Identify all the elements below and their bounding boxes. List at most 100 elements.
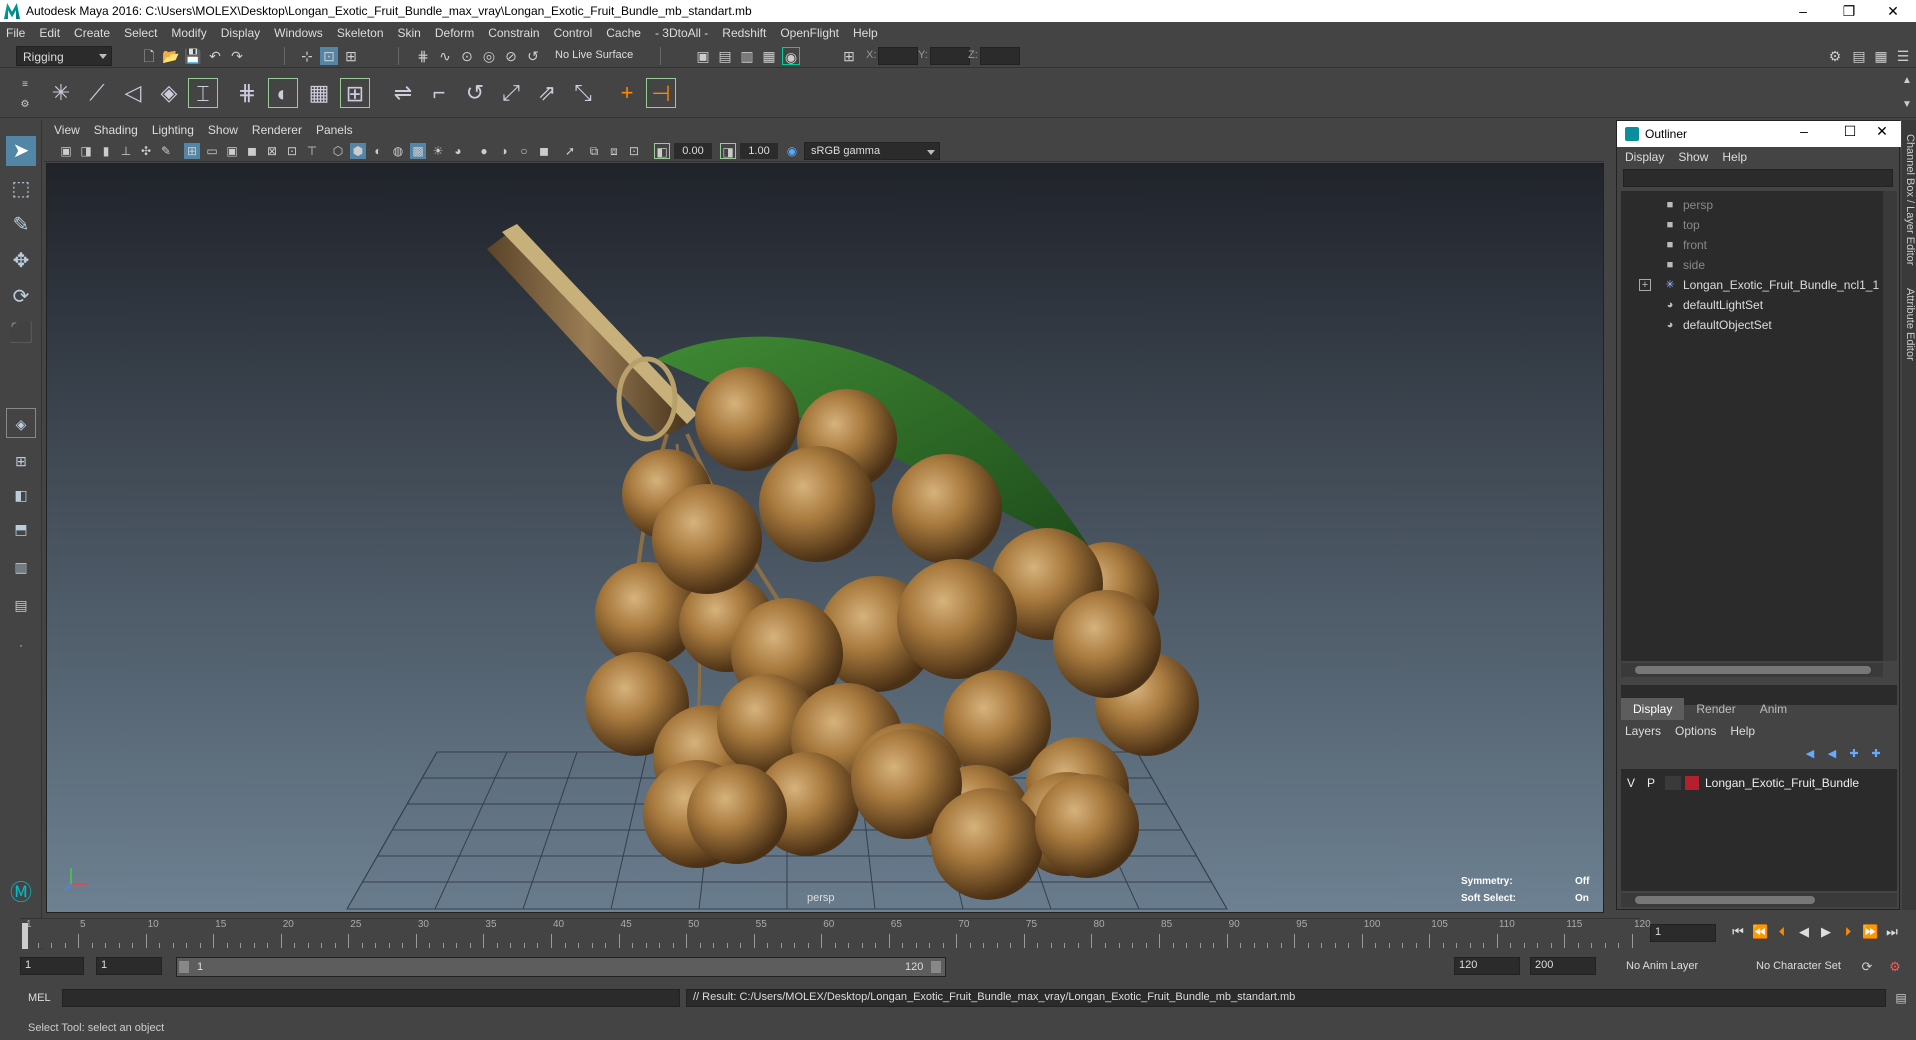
move-layer-up-icon[interactable]: ◀ (1801, 745, 1819, 763)
snap-point-icon[interactable]: ⊙ (458, 47, 476, 65)
shelf-scroll-up-icon[interactable]: ▲ (1898, 72, 1916, 90)
go-to-end-icon[interactable]: ⏭ (1884, 924, 1900, 940)
snap-grid-icon[interactable]: ⋕ (414, 47, 432, 65)
shelf-scroll-down-icon[interactable]: ▼ (1898, 96, 1916, 114)
render-settings-icon[interactable]: ▣ (694, 47, 712, 65)
blend-shape-icon[interactable]: ⊞ (340, 78, 370, 108)
range-start-handle[interactable] (179, 961, 189, 973)
redo-icon[interactable]: ↷ (228, 47, 246, 65)
menu-3dtoall[interactable]: - 3DtoAll - (655, 26, 708, 40)
close-button[interactable]: ✕ (1870, 0, 1916, 22)
maximize-button[interactable]: ❐ (1826, 0, 1872, 22)
gamma-value[interactable]: 1.00 (740, 143, 778, 159)
single-perspective-layout-icon[interactable]: ◈ (6, 408, 36, 438)
live-surface-label[interactable]: No Live Surface (555, 49, 633, 61)
grid-toggle-icon[interactable]: ⊞ (184, 143, 200, 159)
use-all-lights-icon[interactable]: ☀ (430, 143, 446, 159)
menu-skeleton[interactable]: Skeleton (337, 26, 384, 40)
grease-pencil-icon[interactable]: ✎ (158, 143, 174, 159)
two-stacked-layout-icon[interactable]: ⬒ (6, 514, 36, 544)
transform-mode-icon[interactable]: ⊞ (840, 47, 858, 65)
move-tool-icon[interactable]: ✥ (6, 246, 36, 276)
move-layer-down-icon[interactable]: ◀ (1823, 745, 1841, 763)
paint-weights-icon[interactable]: ⌶ (188, 78, 218, 108)
selection-handle-icon[interactable]: ⊣ (646, 78, 676, 108)
layer-horizontal-scrollbar[interactable] (1621, 893, 1897, 907)
script-language-toggle[interactable]: MEL (28, 992, 51, 1004)
menu-create[interactable]: Create (74, 26, 110, 40)
four-view-layout-icon[interactable]: ⊞ (6, 446, 36, 476)
menu-windows[interactable]: Windows (274, 26, 323, 40)
tool-settings-icon[interactable]: ▦ (1872, 47, 1890, 65)
camera-attributes-icon[interactable]: ◨ (78, 143, 94, 159)
menu-help[interactable]: Help (853, 26, 878, 40)
safe-action-icon[interactable]: ⊡ (284, 143, 300, 159)
command-input[interactable] (62, 989, 680, 1007)
xray-icon[interactable]: ⧉ (586, 143, 602, 159)
menu-cache[interactable]: Cache (606, 26, 641, 40)
layer-display-type-toggle[interactable] (1665, 776, 1681, 790)
layer-row[interactable]: V P Longan_Exotic_Fruit_Bundle (1621, 773, 1897, 793)
field-chart-icon[interactable]: ⊠ (264, 143, 280, 159)
wire-icon[interactable]: ▦ (304, 78, 334, 108)
menu-control[interactable]: Control (554, 26, 593, 40)
pole-vector-icon[interactable]: ⤡ (568, 78, 598, 108)
outliner-item[interactable]: ◕ defaultLightSet (1621, 295, 1883, 315)
bookmark-icon[interactable]: ▮ (98, 143, 114, 159)
z-input[interactable] (980, 47, 1020, 65)
outliner-item[interactable]: ■ top (1621, 215, 1883, 235)
tab-anim[interactable]: Anim (1748, 698, 1799, 720)
vp-menu-panels[interactable]: Panels (316, 123, 353, 137)
minimize-button[interactable]: – (1780, 0, 1826, 22)
x-input[interactable] (878, 47, 918, 65)
channel-box-icon[interactable]: ☰ (1894, 47, 1912, 65)
outliner-item[interactable]: ■ side (1621, 255, 1883, 275)
wireframe-on-shaded-icon[interactable]: ◍ (390, 143, 406, 159)
layer-color-swatch[interactable] (1685, 776, 1699, 790)
select-tool-icon[interactable]: ➤ (6, 136, 36, 166)
smooth-shade-icon[interactable]: ⬢ (350, 143, 366, 159)
shadows-icon[interactable]: ◕ (450, 143, 466, 159)
menu-display[interactable]: Display (221, 26, 260, 40)
new-layer-selected-icon[interactable]: ✚ (1867, 745, 1885, 763)
vp-menu-renderer[interactable]: Renderer (252, 123, 302, 137)
select-component-icon[interactable]: ⊞ (342, 47, 360, 65)
gate-mask-icon[interactable]: ◼ (244, 143, 260, 159)
animation-prefs-icon[interactable]: ⚙ (1886, 958, 1904, 976)
graph-persp-layout-icon[interactable]: ▤ (6, 590, 36, 620)
select-object-icon[interactable]: ⊡ (320, 47, 338, 65)
perspective-viewport[interactable]: persp Symmetry: Off Soft Select: On (46, 163, 1604, 913)
scrollbar-thumb[interactable] (1635, 896, 1815, 904)
resolution-gate-icon[interactable]: ▣ (224, 143, 240, 159)
two-side-layout-icon[interactable]: ◧ (6, 480, 36, 510)
playback-end-input[interactable]: 120 (1454, 957, 1520, 975)
attribute-editor-tab[interactable]: Attribute Editor (1902, 288, 1916, 361)
menu-constrain[interactable]: Constrain (488, 26, 539, 40)
snap-surface-icon[interactable]: ⊘ (502, 47, 520, 65)
layer-menu-layers[interactable]: Layers (1625, 724, 1661, 738)
undo-icon[interactable]: ↶ (206, 47, 224, 65)
y-input[interactable] (930, 47, 970, 65)
locator-icon[interactable]: + (612, 78, 642, 108)
gamma-icon[interactable]: ◨ (720, 143, 736, 159)
outliner-item[interactable]: ■ persp (1621, 195, 1883, 215)
menu-edit[interactable]: Edit (39, 26, 60, 40)
xray-components-icon[interactable]: ⊡ (626, 143, 642, 159)
auto-key-icon[interactable]: ⟳ (1858, 958, 1876, 976)
live-surface-icon[interactable]: ↺ (524, 47, 542, 65)
step-back-key-icon[interactable]: ⏪ (1752, 924, 1768, 940)
animation-start-input[interactable]: 1 (20, 957, 84, 975)
current-time-marker[interactable] (22, 923, 28, 949)
play-backward-icon[interactable]: ◀ (1796, 924, 1812, 940)
shelf-menu-icon[interactable]: ≡ (16, 76, 34, 94)
menu-openflight[interactable]: OpenFlight (780, 26, 839, 40)
safe-title-icon[interactable]: ⊤ (304, 143, 320, 159)
outliner-menu-show[interactable]: Show (1678, 150, 1708, 164)
snap-view-icon[interactable]: ◎ (480, 47, 498, 65)
character-set-dropdown[interactable]: No Character Set (1756, 960, 1841, 972)
default-material-icon[interactable]: ◐ (370, 143, 386, 159)
skin-bind-icon[interactable]: ◈ (154, 78, 184, 108)
outliner-close-button[interactable]: ✕ (1867, 123, 1897, 140)
view-transform-dropdown[interactable]: sRGB gamma (804, 142, 940, 160)
new-scene-icon[interactable]: 🗋 (140, 47, 158, 65)
